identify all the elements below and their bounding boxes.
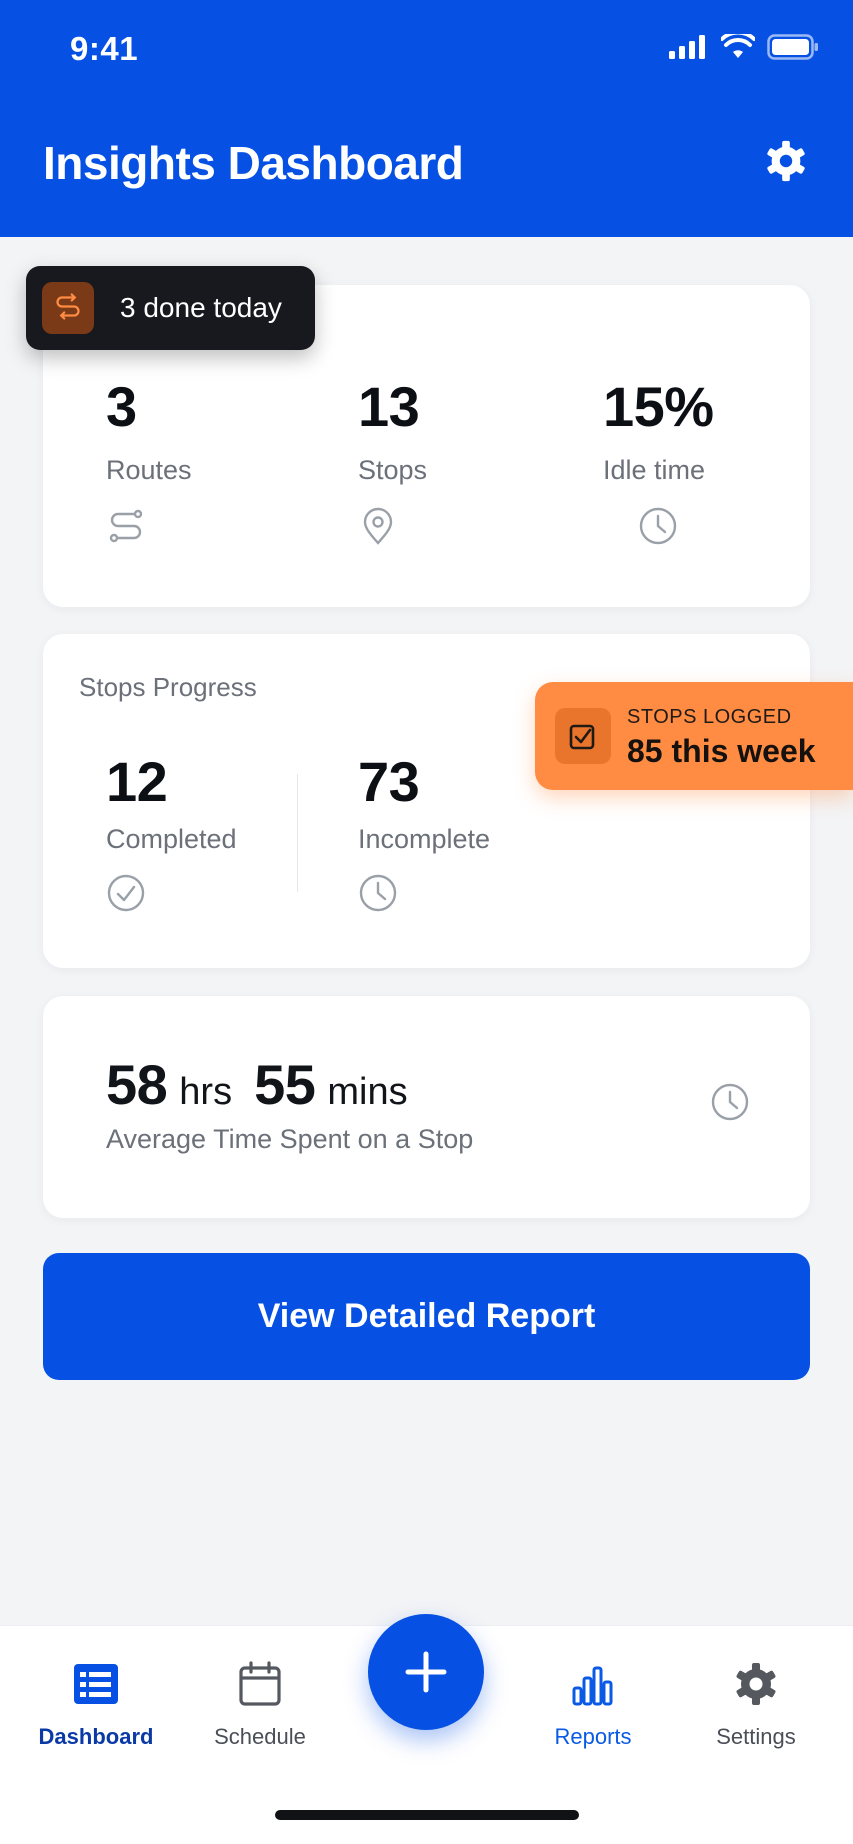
battery-icon xyxy=(767,34,818,60)
routes-value: 3 xyxy=(106,375,137,438)
minutes-value: 55 xyxy=(254,1053,316,1116)
bar-chart-icon xyxy=(572,1666,613,1706)
settings-gear-icon[interactable] xyxy=(763,138,809,184)
hours-value: 58 xyxy=(106,1053,168,1116)
route-icon xyxy=(109,509,143,543)
stops-stat: 13 Stops xyxy=(358,379,427,551)
idle-time-value: 15% xyxy=(603,375,714,438)
minutes-unit: mins xyxy=(327,1071,408,1113)
completed-stat: 12 Completed xyxy=(106,754,237,918)
average-time-card: 58 hrs 55 mins Average Time Spent on a S… xyxy=(43,996,810,1218)
check-circle-icon xyxy=(107,874,145,912)
average-time-caption: Average Time Spent on a Stop xyxy=(106,1124,474,1154)
hours-unit: hrs xyxy=(179,1071,233,1113)
tab-dashboard-label: Dashboard xyxy=(38,1724,154,1749)
checklist-badge xyxy=(555,708,611,764)
routes-label: Routes xyxy=(106,455,192,485)
checkbox-icon xyxy=(569,724,595,750)
done-today-toast[interactable]: 3 done today xyxy=(26,266,315,350)
plus-icon xyxy=(405,1651,447,1693)
clock-icon xyxy=(639,507,677,545)
signal-icon xyxy=(669,35,705,59)
home-indicator xyxy=(275,1810,579,1820)
dashboard-icon xyxy=(74,1664,118,1704)
clock-icon xyxy=(711,1083,749,1121)
tab-reports-label: Reports xyxy=(554,1724,632,1749)
clock-icon xyxy=(359,874,397,912)
status-icons xyxy=(669,34,819,60)
tab-settings[interactable]: Settings xyxy=(691,1660,821,1750)
tab-schedule-label: Schedule xyxy=(214,1724,306,1749)
calendar-icon xyxy=(239,1661,281,1706)
stops-label: Stops xyxy=(358,455,428,485)
completed-label: Completed xyxy=(106,824,237,854)
tab-settings-label: Settings xyxy=(716,1724,796,1749)
section-title: Stops Progress xyxy=(79,672,257,702)
idle-time-label: Idle time xyxy=(603,455,706,485)
completed-value: 12 xyxy=(106,750,168,813)
routes-stat: 3 Routes xyxy=(106,379,192,551)
route-badge xyxy=(42,282,94,334)
map-pin-icon xyxy=(363,507,393,545)
route-icon xyxy=(56,293,80,320)
incomplete-label: Incomplete xyxy=(358,824,491,854)
stops-logged-value: 85 this week xyxy=(627,733,816,769)
incomplete-stat: 73 Incomplete xyxy=(358,754,490,918)
page-title: Insights Dashboard xyxy=(43,137,464,189)
view-detailed-report-button[interactable]: View Detailed Report xyxy=(43,1253,810,1380)
tab-dashboard[interactable]: Dashboard xyxy=(31,1660,161,1750)
tab-reports[interactable]: Reports xyxy=(528,1660,658,1750)
stat-divider xyxy=(297,774,298,892)
done-today-text: 3 done today xyxy=(120,292,282,323)
average-time-value: 58 hrs 55 mins xyxy=(106,1052,418,1117)
wifi-icon xyxy=(721,34,755,58)
gear-icon xyxy=(736,1663,776,1705)
status-time: 9:41 xyxy=(70,30,139,67)
app-header: 9:41 Insights Dashboard xyxy=(0,0,853,237)
stops-logged-kicker: STOPS LOGGED xyxy=(627,706,792,728)
idle-time-stat: 15% Idle time xyxy=(603,379,714,551)
stops-logged-toast[interactable]: STOPS LOGGED 85 this week xyxy=(535,682,853,790)
incomplete-value: 73 xyxy=(358,750,420,813)
tab-schedule[interactable]: Schedule xyxy=(195,1660,325,1750)
stops-value: 13 xyxy=(358,375,420,438)
add-button[interactable] xyxy=(368,1614,484,1730)
